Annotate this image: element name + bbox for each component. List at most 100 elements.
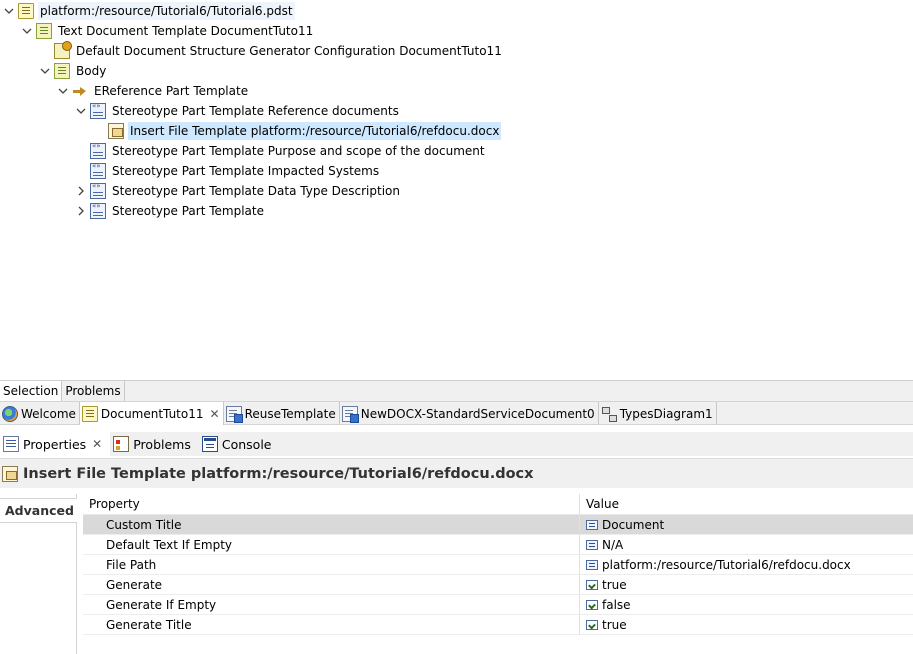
properties-body: Advanced Property Value Custom Title Doc… — [0, 488, 913, 654]
table-row[interactable]: Custom Title Document — [83, 515, 913, 535]
configuration-gear-icon — [54, 41, 72, 59]
stereotype-icon — [90, 102, 106, 119]
tab-problems-page[interactable]: Problems — [62, 381, 125, 401]
editor-tabs: Welcome DocumentTuto11 ✕ ReuseTemplate N… — [0, 401, 913, 425]
tab-label: DocumentTuto11 — [100, 406, 204, 421]
tree-item-body[interactable]: Body — [38, 61, 108, 81]
tree-item-label: Text Document Template DocumentTuto11 — [58, 24, 314, 38]
chevron-right-icon[interactable] — [74, 201, 88, 221]
tab-selection[interactable]: Selection — [0, 381, 63, 401]
tree-item-stereotype-reference-documents[interactable]: Stereotype Part Template Reference docum… — [74, 101, 401, 121]
tab-label: Welcome — [21, 406, 76, 421]
stereotype-icon — [90, 202, 106, 219]
tree-item-ereference-part[interactable]: EReference Part Template — [56, 81, 250, 101]
tree-item-stereotype-data-type[interactable]: Stereotype Part Template Data Type Descr… — [74, 181, 402, 201]
property-value: true — [602, 577, 627, 592]
tab-welcome[interactable]: Welcome — [0, 402, 80, 425]
tree-item-stereotype-purpose[interactable]: Stereotype Part Template Purpose and sco… — [88, 141, 487, 161]
document-template-icon — [341, 405, 359, 423]
property-name: Custom Title — [83, 515, 580, 534]
tab-advanced[interactable]: Advanced — [0, 498, 77, 523]
properties-table: Property Value Custom Title Document Def… — [83, 494, 913, 635]
property-value-cell[interactable]: true — [580, 575, 913, 594]
chevron-down-icon[interactable] — [20, 21, 34, 41]
tree-item-stereotype-part[interactable]: Stereotype Part Template — [74, 201, 266, 221]
property-value-cell[interactable]: true — [580, 615, 913, 634]
tab-reusetemplate[interactable]: ReuseTemplate — [224, 402, 340, 425]
column-header-value[interactable]: Value — [580, 494, 913, 514]
table-row[interactable]: Default Text If Empty N/A — [83, 535, 913, 555]
chevron-down-icon[interactable] — [38, 61, 52, 81]
property-value: platform:/resource/Tutorial6/refdocu.doc… — [602, 557, 851, 572]
stereotype-icon — [90, 142, 106, 159]
tab-newdocx[interactable]: NewDOCX-StandardServiceDocument0 — [340, 402, 599, 425]
tree-item-root[interactable]: platform:/resource/Tutorial6/Tutorial6.p… — [2, 1, 295, 21]
tab-problems[interactable]: Problems — [110, 432, 199, 456]
boolean-value-icon — [586, 619, 598, 630]
tree-item-insert-file-template[interactable]: Insert File Template platform:/resource/… — [106, 121, 502, 141]
tab-label: Problems — [133, 436, 191, 452]
tree-item-text-document-template[interactable]: Text Document Template DocumentTuto11 — [20, 21, 315, 41]
text-value-icon — [586, 539, 598, 550]
stereotype-icon — [90, 162, 106, 179]
chevron-right-icon[interactable] — [74, 181, 88, 201]
tab-typesdiagram1[interactable]: TypesDiagram1 — [599, 402, 717, 425]
tree-item-label: Stereotype Part Template Impacted System… — [112, 164, 380, 178]
tab-label: ReuseTemplate — [244, 406, 336, 421]
stereotype-icon — [90, 182, 106, 199]
properties-title: Insert File Template platform:/resource/… — [23, 465, 534, 482]
property-name: Generate — [83, 575, 580, 594]
property-name: Default Text If Empty — [83, 535, 580, 554]
property-value: true — [602, 617, 627, 632]
body-icon — [54, 63, 70, 79]
text-value-icon — [586, 559, 598, 570]
tab-documenttuto11[interactable]: DocumentTuto11 ✕ — [79, 402, 224, 425]
tree-item-label: Stereotype Part Template Reference docum… — [112, 104, 399, 118]
table-row[interactable]: Generate If Empty false — [83, 595, 913, 615]
properties-icon — [3, 436, 19, 452]
property-name: File Path — [83, 555, 580, 574]
editor-page-tabs: Selection Problems — [0, 380, 913, 401]
view-tabs: Properties ✕ Problems Console — [0, 432, 913, 456]
property-value-cell[interactable]: N/A — [580, 535, 913, 554]
property-value-cell[interactable]: platform:/resource/Tutorial6/refdocu.doc… — [580, 555, 913, 574]
document-template-icon — [81, 405, 98, 422]
chevron-down-icon[interactable] — [74, 101, 88, 121]
tab-properties[interactable]: Properties ✕ — [0, 432, 111, 456]
property-name: Generate Title — [83, 615, 580, 634]
close-icon[interactable]: ✕ — [210, 407, 220, 421]
tab-label: TypesDiagram1 — [619, 406, 713, 421]
table-row[interactable]: Generate true — [83, 575, 913, 595]
welcome-icon — [2, 405, 18, 422]
property-value: N/A — [602, 537, 624, 552]
tab-console[interactable]: Console — [199, 432, 280, 456]
column-header-property[interactable]: Property — [83, 494, 580, 514]
tree-item-label: Body — [76, 64, 107, 78]
close-icon[interactable]: ✕ — [92, 437, 102, 451]
document-template-tree: platform:/resource/Tutorial6/Tutorial6.p… — [0, 0, 913, 380]
tree-item-label: Default Document Structure Generator Con… — [76, 44, 502, 58]
tree-item-label: EReference Part Template — [94, 84, 249, 98]
property-value: false — [602, 597, 631, 612]
property-value-cell[interactable]: false — [580, 595, 913, 614]
text-value-icon — [586, 519, 598, 530]
tree-item-label: platform:/resource/Tutorial6/Tutorial6.p… — [38, 2, 295, 20]
chevron-down-icon[interactable] — [56, 81, 70, 101]
diagram-icon — [601, 406, 617, 422]
table-row[interactable]: Generate Title true — [83, 615, 913, 635]
property-value-cell[interactable]: Document — [580, 515, 913, 534]
tree-item-label: Insert File Template platform:/resource/… — [128, 122, 502, 140]
boolean-value-icon — [586, 579, 598, 590]
insert-file-icon — [108, 123, 124, 139]
properties-side-tabs: Advanced — [0, 494, 77, 654]
tree-item-stereotype-impacted-systems[interactable]: Stereotype Part Template Impacted System… — [88, 161, 381, 181]
table-row[interactable]: File Path platform:/resource/Tutorial6/r… — [83, 555, 913, 575]
template-icon — [36, 23, 52, 39]
insert-file-icon — [2, 465, 18, 482]
document-template-icon — [225, 405, 243, 423]
chevron-down-icon[interactable] — [2, 1, 16, 21]
document-file-icon — [18, 3, 34, 19]
table-header: Property Value — [83, 494, 913, 515]
tree-item-generator-config[interactable]: Default Document Structure Generator Con… — [52, 41, 504, 61]
tree-item-label: Stereotype Part Template Data Type Descr… — [112, 184, 400, 198]
